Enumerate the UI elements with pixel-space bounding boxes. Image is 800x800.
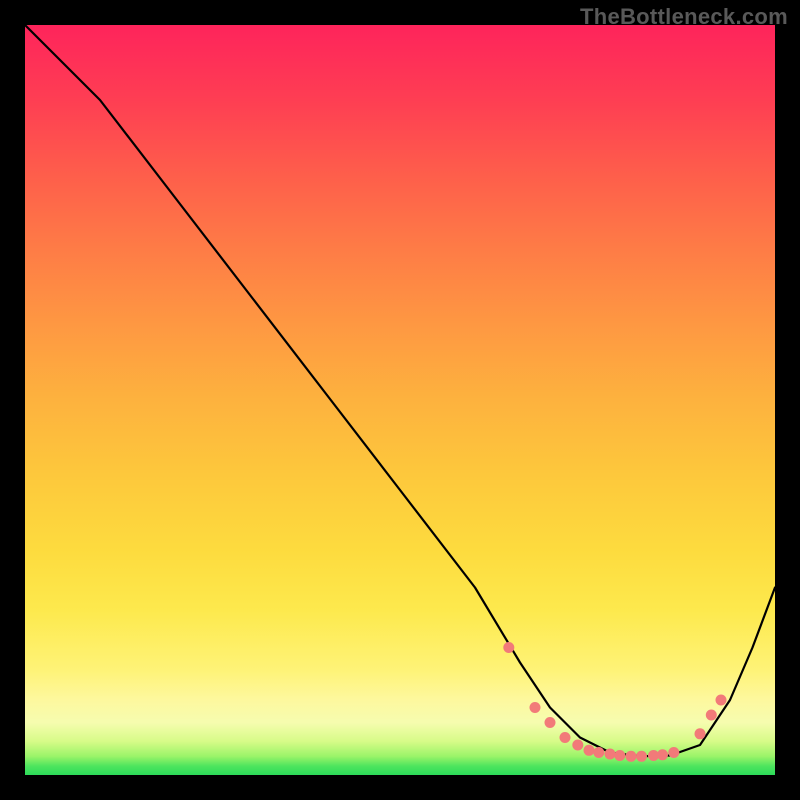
highlight-dot	[560, 732, 571, 743]
highlight-dot	[626, 751, 637, 762]
highlight-dot	[695, 728, 706, 739]
marker-group	[503, 642, 726, 762]
highlight-dot	[584, 745, 595, 756]
highlight-dot	[530, 702, 541, 713]
curve-svg	[25, 25, 775, 775]
bottleneck-curve	[25, 25, 775, 756]
highlight-dot	[657, 749, 668, 760]
highlight-dot	[716, 695, 727, 706]
plot-area	[25, 25, 775, 775]
highlight-dot	[636, 751, 647, 762]
highlight-dot	[668, 747, 679, 758]
chart-frame: TheBottleneck.com	[0, 0, 800, 800]
highlight-dot	[605, 749, 616, 760]
highlight-dot	[572, 740, 583, 751]
highlight-dot	[593, 747, 604, 758]
highlight-dot	[706, 710, 717, 721]
highlight-dot	[545, 717, 556, 728]
highlight-dot	[503, 642, 514, 653]
highlight-dot	[614, 750, 625, 761]
